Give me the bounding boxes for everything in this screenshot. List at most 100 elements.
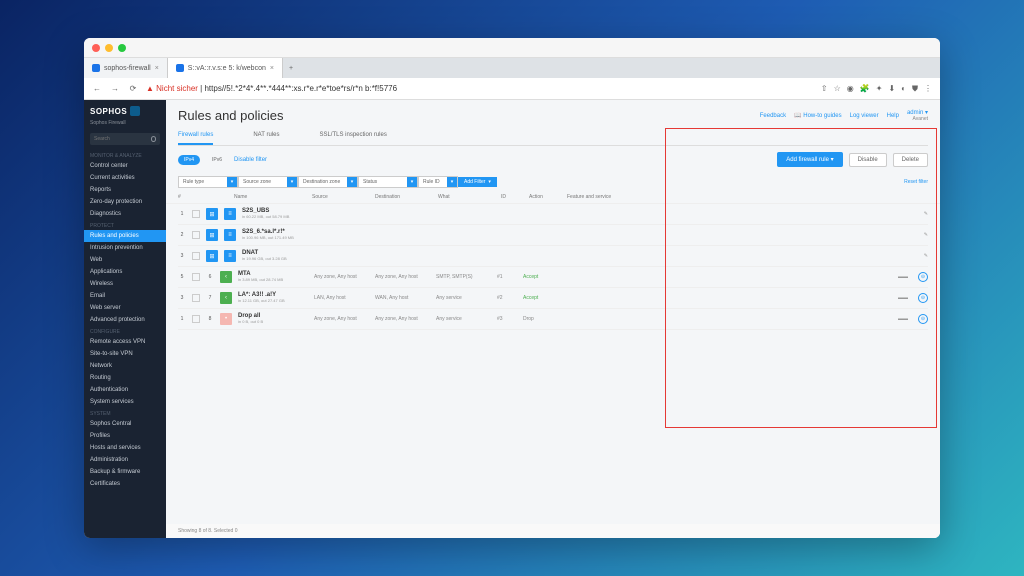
reload-icon[interactable]: ⟳	[128, 84, 138, 94]
extension-icon[interactable]: ◉	[847, 84, 854, 94]
filter-row: Rule type▾ Source zone▾ Destination zone…	[166, 173, 940, 191]
expand-icon[interactable]: ⊞	[206, 208, 218, 220]
toggle-icon[interactable]: ⊝	[918, 293, 928, 303]
row-checkbox[interactable]	[192, 315, 200, 323]
filter-status[interactable]: Status▾	[358, 176, 418, 188]
sidebar-item-rules-policies[interactable]: Rules and policies	[84, 230, 166, 242]
edit-icon[interactable]: ✎	[924, 232, 928, 238]
row-checkbox[interactable]	[192, 210, 200, 218]
row-checkbox[interactable]	[192, 252, 200, 260]
sidebar-item-remote-vpn[interactable]: Remote access VPN	[84, 336, 166, 348]
filter-rule-type[interactable]: Rule type▾	[178, 176, 238, 188]
sidebar-item-intrusion[interactable]: Intrusion prevention	[84, 242, 166, 254]
help-link[interactable]: Help	[887, 113, 899, 119]
chevron-down-icon: ▾	[227, 177, 237, 187]
sidebar-item-site-vpn[interactable]: Site-to-site VPN	[84, 348, 166, 360]
extension-icon[interactable]: 🧩	[860, 84, 870, 94]
delete-button[interactable]: Delete	[893, 153, 928, 167]
filter-rule-id[interactable]: Rule ID▾	[418, 176, 458, 188]
sidebar-item-reports[interactable]: Reports	[84, 184, 166, 196]
share-icon[interactable]: ⇧	[821, 84, 828, 94]
profile-icon[interactable]: ◐	[901, 84, 906, 94]
expand-icon[interactable]: ⊞	[206, 229, 218, 241]
table-row[interactable]: 3 ⊞ ≡ DNATin 19.96 GB, out 3.28 GB ✎	[178, 246, 928, 267]
sidebar-item-routing[interactable]: Routing	[84, 372, 166, 384]
sidebar-item-applications[interactable]: Applications	[84, 266, 166, 278]
shield-icon[interactable]: ⛊	[912, 84, 918, 94]
rule-source: Any zone, Any host	[314, 274, 369, 280]
reset-filter-link[interactable]: Reset filter	[904, 179, 928, 185]
close-tab-icon[interactable]: ×	[155, 65, 159, 72]
maximize-window-icon[interactable]	[118, 44, 126, 52]
howto-link[interactable]: 📖 How-to guides	[794, 112, 842, 119]
sidebar-item-wireless[interactable]: Wireless	[84, 278, 166, 290]
tab-ssl-tls[interactable]: SSL/TLS inspection rules	[319, 127, 386, 145]
tab-nat-rules[interactable]: NAT rules	[253, 127, 279, 145]
expand-icon[interactable]: ⊞	[206, 250, 218, 262]
rule-source: LAN, Any host	[314, 295, 369, 301]
back-icon[interactable]: ←	[92, 84, 102, 94]
url-field[interactable]: ▲ Nicht sicher | https//5!.*2*4*.4**.*44…	[146, 84, 813, 93]
edit-icon[interactable]: ✎	[924, 253, 928, 259]
new-tab-button[interactable]: +	[283, 65, 299, 72]
sidebar-item-zero-day[interactable]: Zero-day protection	[84, 196, 166, 208]
sidebar-item-administration[interactable]: Administration	[84, 454, 166, 466]
rule-name: S2S_6.*sa.l*.r!*in 100.96 MB, out 171.49…	[242, 229, 312, 241]
tab-title: sophos-firewall	[104, 65, 151, 72]
col-num: #	[178, 194, 193, 200]
filter-dest-zone[interactable]: Destination zone▾	[298, 176, 358, 188]
toggle-icon[interactable]: ⊝	[918, 272, 928, 282]
sidebar-item-web[interactable]: Web	[84, 254, 166, 266]
rule-destination: WAN, Any host	[375, 295, 430, 301]
close-window-icon[interactable]	[92, 44, 100, 52]
close-tab-icon[interactable]: ×	[270, 65, 274, 72]
sidebar-item-backup-firmware[interactable]: Backup & firmware	[84, 466, 166, 478]
logviewer-link[interactable]: Log viewer	[850, 113, 879, 119]
table-row[interactable]: 3 7 ‹ LA*: A3!! .a!Yin 12.11 GB, out 27.…	[178, 288, 928, 309]
browser-tab[interactable]: S::vA::r.v.s:e 5: k/webcon×	[168, 58, 283, 78]
sidebar-item-email[interactable]: Email	[84, 290, 166, 302]
row-checkbox[interactable]	[192, 231, 200, 239]
sidebar-item-network[interactable]: Network	[84, 360, 166, 372]
download-icon[interactable]: ⬇	[888, 84, 895, 94]
tab-firewall-rules[interactable]: Firewall rules	[178, 127, 213, 145]
sidebar-item-control-center[interactable]: Control center	[84, 160, 166, 172]
ipv6-chip[interactable]: IPv6	[206, 155, 228, 165]
add-firewall-rule-button[interactable]: Add firewall rule ▾	[777, 152, 842, 167]
table-row[interactable]: 1 ⊞ ≡ S2S_UBSin 60.22 MB, out 58.79 MB ✎	[178, 204, 928, 225]
add-filter-button[interactable]: Add Filter ▾	[458, 177, 497, 187]
menu-icon[interactable]: ⋮	[924, 84, 932, 94]
sidebar-item-web-server[interactable]: Web server	[84, 302, 166, 314]
extension-icon[interactable]: ✦	[876, 84, 883, 94]
disable-button[interactable]: Disable	[849, 153, 887, 167]
user-menu[interactable]: admin ▾	[907, 109, 928, 116]
minimize-window-icon[interactable]	[105, 44, 113, 52]
disable-filter-link[interactable]: Disable filter	[234, 157, 267, 163]
rule-action: Accept	[523, 274, 553, 280]
sidebar-item-current-activities[interactable]: Current activities	[84, 172, 166, 184]
edit-icon[interactable]: ✎	[924, 211, 928, 217]
table-row[interactable]: 1 8 • Drop allin 0 B, out 0 B Any zone, …	[178, 309, 928, 330]
sidebar-item-diagnostics[interactable]: Diagnostics	[84, 208, 166, 220]
star-icon[interactable]: ☆	[834, 84, 841, 94]
sidebar-item-hosts-services[interactable]: Hosts and services	[84, 442, 166, 454]
sidebar-item-profiles[interactable]: Profiles	[84, 430, 166, 442]
table-row[interactable]: 5 6 ‹ MTAin 3.89 MB, out 28.74 MB Any zo…	[178, 267, 928, 288]
ipv4-chip[interactable]: IPv4	[178, 155, 200, 165]
search-input[interactable]	[94, 136, 148, 142]
browser-tab[interactable]: sophos-firewall ×	[84, 58, 168, 78]
row-checkbox[interactable]	[192, 273, 200, 281]
feedback-link[interactable]: Feedback	[760, 113, 786, 119]
row-checkbox[interactable]	[192, 294, 200, 302]
sidebar-item-authentication[interactable]: Authentication	[84, 384, 166, 396]
sidebar-item-certificates[interactable]: Certificates	[84, 478, 166, 490]
toggle-icon[interactable]: ⊝	[918, 314, 928, 324]
forward-icon[interactable]: →	[110, 84, 120, 94]
sidebar-search[interactable]	[90, 133, 160, 145]
sidebar-item-adv-protection[interactable]: Advanced protection	[84, 314, 166, 326]
filter-source-zone[interactable]: Source zone▾	[238, 176, 298, 188]
header-links: Feedback 📖 How-to guides Log viewer Help…	[760, 109, 928, 122]
table-row[interactable]: 2 ⊞ ≡ S2S_6.*sa.l*.r!*in 100.96 MB, out …	[178, 225, 928, 246]
sidebar-item-sophos-central[interactable]: Sophos Central	[84, 418, 166, 430]
sidebar-item-system-services[interactable]: System services	[84, 396, 166, 408]
